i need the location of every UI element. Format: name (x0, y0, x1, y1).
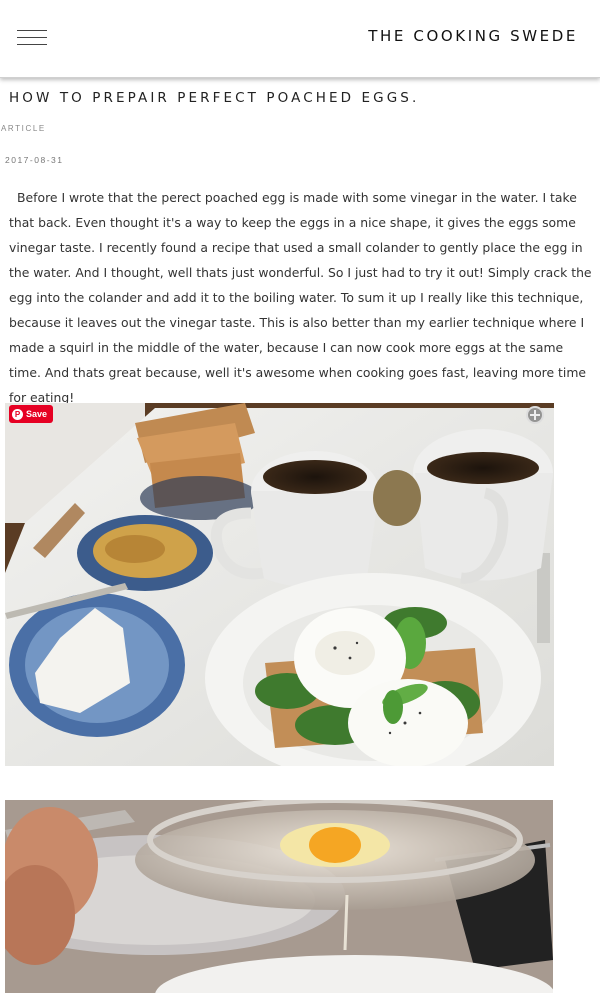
poached-eggs-breakfast-photo[interactable]: P Save (5, 403, 554, 766)
menu-line (17, 37, 47, 38)
site-title[interactable]: THE COOKING SWEDE (368, 27, 578, 45)
egg-in-colander-photo[interactable] (5, 800, 553, 993)
pinterest-save-button[interactable]: P Save (9, 405, 54, 423)
breakfast-illustration (5, 403, 554, 766)
colander-illustration (5, 800, 553, 993)
save-label: Save (26, 409, 48, 419)
pinterest-icon: P (12, 408, 23, 420)
article-category[interactable]: ARTICLE (1, 124, 46, 133)
site-header: THE COOKING SWEDE (0, 0, 600, 78)
hamburger-menu-icon[interactable] (17, 30, 47, 46)
article-date: 2017-08-31 (5, 155, 64, 165)
page-title: HOW TO PREPAIR PERFECT POACHED EGGS. (9, 90, 420, 106)
article-body: Before I wrote that the perect poached e… (9, 190, 592, 405)
menu-line (17, 30, 47, 31)
zoom-plus-icon[interactable] (526, 406, 544, 424)
menu-line (17, 44, 47, 45)
